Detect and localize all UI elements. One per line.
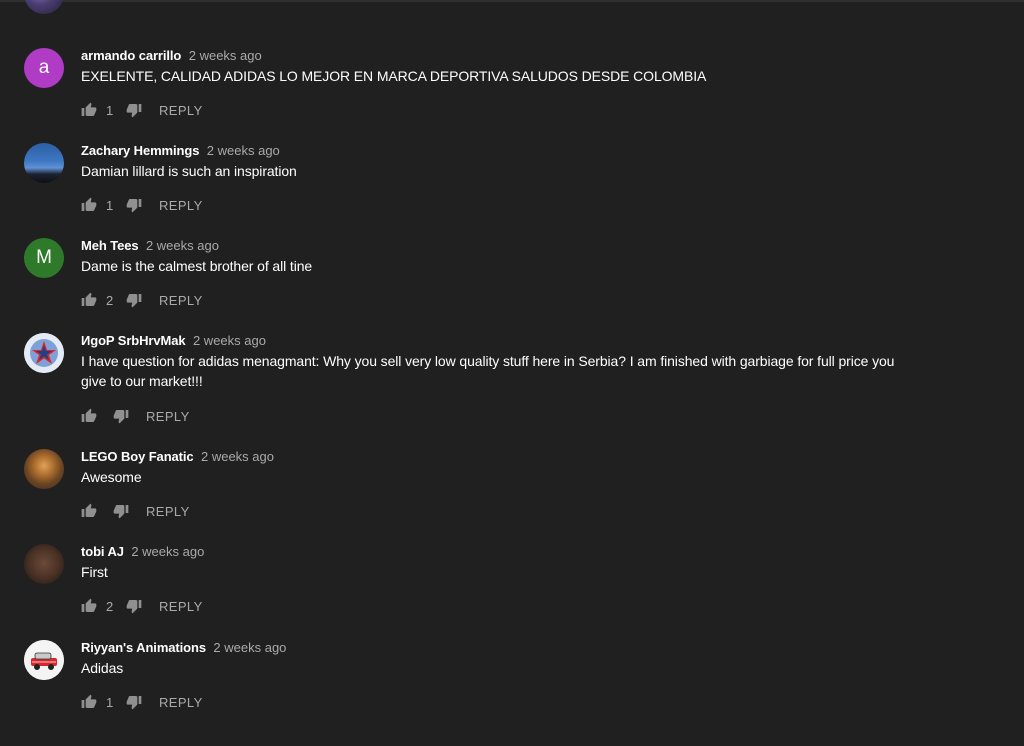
like-count: 1 [106,102,114,118]
comment-actions: 1 REPLY [81,100,203,120]
comment-header: LEGO Boy Fanatic 2 weeks ago [81,449,274,465]
thumb-down-icon [126,104,142,118]
dislike-button[interactable] [126,102,142,118]
comment-actions: 1 REPLY [81,195,203,215]
thumb-down-icon [126,199,142,213]
comment-actions: 2 REPLY [81,290,203,310]
dislike-button[interactable] [113,503,129,519]
comment-time[interactable]: 2 weeks ago [131,544,204,559]
author-name[interactable]: Riyyan's Animations [81,640,206,655]
like-button[interactable] [81,197,97,213]
like-count: 2 [106,292,114,308]
thumb-up-icon [81,503,97,517]
thumb-up-icon [81,408,97,422]
thumb-down-icon [113,410,129,424]
comment-time[interactable]: 2 weeks ago [201,449,274,464]
comment-text: Awesome [81,469,142,485]
avatar[interactable]: a [24,48,64,88]
thumb-up-icon [81,598,97,612]
thumb-up-icon [81,102,97,116]
like-button[interactable] [81,694,97,710]
dislike-button[interactable] [126,292,142,308]
car-icon [24,640,64,680]
dislike-button[interactable] [126,598,142,614]
comment-text: First [81,564,108,580]
avatar-letter: a [38,57,50,78]
reply-button[interactable]: REPLY [146,504,190,519]
like-button[interactable] [81,503,97,519]
thumb-up-icon [81,694,97,708]
divider [0,0,1024,2]
comment-text: EXELENTE, CALIDAD ADIDAS LO MEJOR EN MAR… [81,68,707,84]
avatar[interactable]: M [24,238,64,278]
avatar[interactable] [24,333,64,373]
author-name[interactable]: Zachary Hemmings [81,143,199,158]
comment-header: Zachary Hemmings 2 weeks ago [81,143,280,159]
reply-button[interactable]: REPLY [159,198,203,213]
comment-actions: REPLY [81,501,190,521]
comments-page: a armando carrillo 2 weeks ago EXELENTE,… [0,0,1024,746]
comment-text: Dame is the calmest brother of all tine [81,258,313,274]
thumb-up-icon [81,197,97,211]
reply-button[interactable]: REPLY [159,103,203,118]
comment-text: Adidas [81,660,124,676]
thumb-down-icon [113,505,129,519]
thumb-down-icon [126,600,142,614]
thumb-up-icon [81,292,97,306]
like-count: 1 [106,197,114,213]
like-button[interactable] [81,292,97,308]
like-button[interactable] [81,598,97,614]
reply-button[interactable]: REPLY [159,599,203,614]
author-name[interactable]: armando carrillo [81,48,181,63]
reply-button[interactable]: REPLY [146,409,190,424]
comment-actions: 1 REPLY [81,692,203,712]
comment-time[interactable]: 2 weeks ago [189,48,262,63]
comment-actions: REPLY [81,406,190,426]
avatar[interactable] [24,449,64,489]
comment-header: armando carrillo 2 weeks ago [81,48,262,64]
author-name[interactable]: LEGO Boy Fanatic [81,449,194,464]
reply-button[interactable]: REPLY [159,695,203,710]
dislike-button[interactable] [113,408,129,424]
comment-time[interactable]: 2 weeks ago [207,143,280,158]
avatar[interactable] [24,0,64,14]
author-name[interactable]: ИgoP SrbHrvMak [81,333,186,348]
dislike-button[interactable] [126,694,142,710]
reply-button[interactable]: REPLY [159,293,203,308]
avatar-letter: M [36,247,52,268]
comment-time[interactable]: 2 weeks ago [146,238,219,253]
avatar[interactable] [24,640,64,680]
author-name[interactable]: Meh Tees [81,238,139,253]
star-icon [24,333,64,373]
comment-time[interactable]: 2 weeks ago [193,333,266,348]
avatar[interactable] [24,544,64,584]
like-button[interactable] [81,408,97,424]
comment-text: I have question for adidas menagmant: Wh… [81,353,895,389]
like-button[interactable] [81,102,97,118]
like-count: 1 [106,694,114,710]
avatar[interactable] [24,143,64,183]
thumb-down-icon [126,696,142,710]
comment-header: tobi AJ 2 weeks ago [81,544,204,560]
like-count: 2 [106,598,114,614]
comment-header: Riyyan's Animations 2 weeks ago [81,640,286,656]
dislike-button[interactable] [126,197,142,213]
thumb-down-icon [126,294,142,308]
author-name[interactable]: tobi AJ [81,544,124,559]
comment-header: ИgoP SrbHrvMak 2 weeks ago [81,333,266,349]
comment-actions: 2 REPLY [81,596,203,616]
comment-text: Damian lillard is such an inspiration [81,163,297,179]
comment-header: Meh Tees 2 weeks ago [81,238,219,254]
comment-time[interactable]: 2 weeks ago [213,640,286,655]
